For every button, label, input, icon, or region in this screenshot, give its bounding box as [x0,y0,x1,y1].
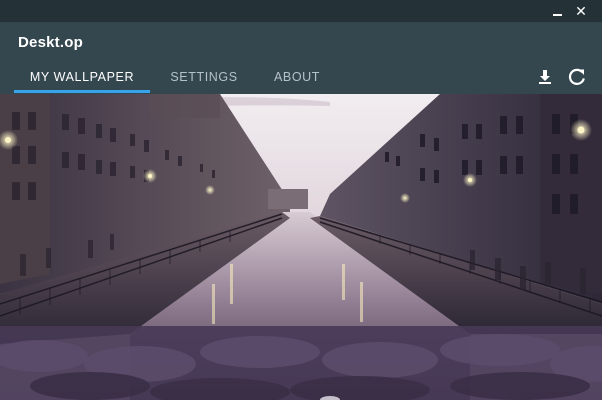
tab-my-wallpaper[interactable]: MY WALLPAPER [14,66,150,92]
tab-label: MY WALLPAPER [29,70,135,84]
app-window: ✕ Deskt.op MY WALLPAPER SETTINGS ABOUT [0,0,602,400]
close-button[interactable]: ✕ [572,2,590,20]
window-titlebar[interactable]: ✕ [0,0,602,22]
minimize-icon [552,13,562,16]
wallpaper-image [0,94,602,400]
tab-label: ABOUT [273,70,321,84]
app-title: Deskt.op [18,34,83,51]
minimize-button[interactable] [548,2,566,20]
download-icon [539,70,551,84]
tab-label: SETTINGS [170,70,238,84]
tab-about[interactable]: ABOUT [262,66,332,92]
wallpaper-preview [0,94,602,400]
refresh-button[interactable] [567,67,587,87]
download-button[interactable] [535,67,555,87]
refresh-icon [568,68,585,85]
active-tab-indicator [14,90,150,93]
app-header: Deskt.op MY WALLPAPER SETTINGS ABOUT [0,22,602,94]
close-icon: ✕ [575,3,587,19]
tab-settings[interactable]: SETTINGS [158,66,250,92]
